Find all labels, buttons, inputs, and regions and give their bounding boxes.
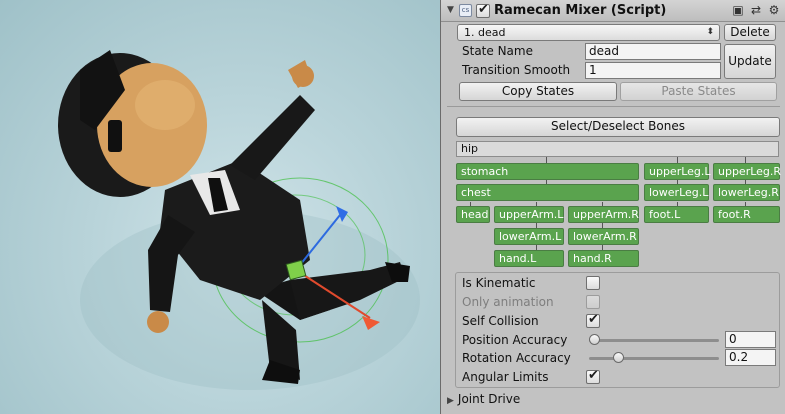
bone-hand-r[interactable]: hand.R <box>568 250 639 267</box>
component-title: Ramecan Mixer (Script) <box>494 3 667 18</box>
bone-upperarm-r[interactable]: upperArm.R <box>568 206 639 223</box>
joint-drive-label: Joint Drive <box>457 392 521 406</box>
position-accuracy-slider-thumb[interactable] <box>589 334 600 345</box>
state-name-label: State Name <box>462 44 533 58</box>
bone-upperarm-l[interactable]: upperArm.L <box>494 206 564 223</box>
state-name-field[interactable]: dead <box>585 43 721 60</box>
delete-button[interactable]: Delete <box>724 24 776 41</box>
gear-icon[interactable]: ⚙ <box>767 3 781 18</box>
component-enabled-checkbox[interactable] <box>476 2 490 18</box>
angular-limits-checkbox[interactable] <box>586 368 600 384</box>
transition-smooth-label: Transition Smooth <box>462 63 571 77</box>
book-icon[interactable]: ▣ <box>731 3 745 18</box>
bone-lowerleg-l[interactable]: lowerLeg.L <box>644 184 709 201</box>
update-button[interactable]: Update <box>724 44 776 79</box>
scene-viewport[interactable] <box>0 0 440 414</box>
select-deselect-bones-button[interactable]: Select/Deselect Bones <box>456 117 780 137</box>
position-accuracy-field[interactable]: 0 <box>725 331 776 348</box>
is-kinematic-label: Is Kinematic <box>462 276 536 290</box>
bone-stomach[interactable]: stomach <box>456 163 639 180</box>
gizmo-center-handle[interactable] <box>285 259 307 281</box>
rotation-accuracy-slider[interactable] <box>589 357 719 360</box>
fold-arrow-icon[interactable]: ▼ <box>447 5 454 15</box>
angular-limits-label: Angular Limits <box>462 370 549 384</box>
position-accuracy-slider[interactable] <box>589 339 719 342</box>
bone-hip[interactable]: hip <box>456 141 779 157</box>
self-collision-checkbox[interactable] <box>586 312 600 328</box>
rotation-accuracy-slider-thumb[interactable] <box>612 352 624 363</box>
is-kinematic-checkbox[interactable] <box>586 276 600 290</box>
inspector-panel: ▼ cs Ramecan Mixer (Script) ▣ ⇄ ⚙ 1. dea… <box>440 0 785 414</box>
state-dropdown[interactable]: 1. dead ⬍ <box>457 24 720 41</box>
chevron-down-icon: ⬍ <box>706 27 714 37</box>
copy-states-button[interactable]: Copy States <box>459 82 617 101</box>
ragdoll-character <box>58 50 420 390</box>
divider <box>447 106 780 107</box>
bone-lowerleg-r[interactable]: lowerLeg.R <box>713 184 780 201</box>
transition-smooth-field[interactable]: 1 <box>585 62 721 79</box>
bone-foot-r[interactable]: foot.R <box>713 206 780 223</box>
paste-states-button[interactable]: Paste States <box>620 82 777 101</box>
bone-foot-l[interactable]: foot.L <box>644 206 709 223</box>
bone-upperleg-r[interactable]: upperLeg.R <box>713 163 781 180</box>
rotation-accuracy-label: Rotation Accuracy <box>462 351 571 365</box>
bone-hand-l[interactable]: hand.L <box>494 250 564 267</box>
chevron-right-icon: ▶ <box>447 396 454 406</box>
component-header[interactable]: ▼ cs Ramecan Mixer (Script) ▣ ⇄ ⚙ <box>441 0 785 22</box>
bone-upperleg-l[interactable]: upperLeg.L <box>644 163 711 180</box>
rotation-accuracy-field[interactable]: 0.2 <box>725 349 776 366</box>
bone-head[interactable]: head <box>456 206 490 223</box>
only-animation-label: Only animation <box>462 295 554 309</box>
script-icon: cs <box>459 4 472 17</box>
bone-chest[interactable]: chest <box>456 184 639 201</box>
self-collision-label: Self Collision <box>462 314 539 328</box>
preset-icon[interactable]: ⇄ <box>749 3 763 18</box>
joint-drive-foldout[interactable]: ▶ Joint Drive <box>447 392 520 406</box>
position-accuracy-label: Position Accuracy <box>462 333 568 347</box>
state-dropdown-value: 1. dead <box>464 26 506 39</box>
bone-lowerarm-r[interactable]: lowerArm.R <box>568 228 639 245</box>
only-animation-checkbox[interactable] <box>586 295 600 309</box>
bone-lowerarm-l[interactable]: lowerArm.L <box>494 228 564 245</box>
